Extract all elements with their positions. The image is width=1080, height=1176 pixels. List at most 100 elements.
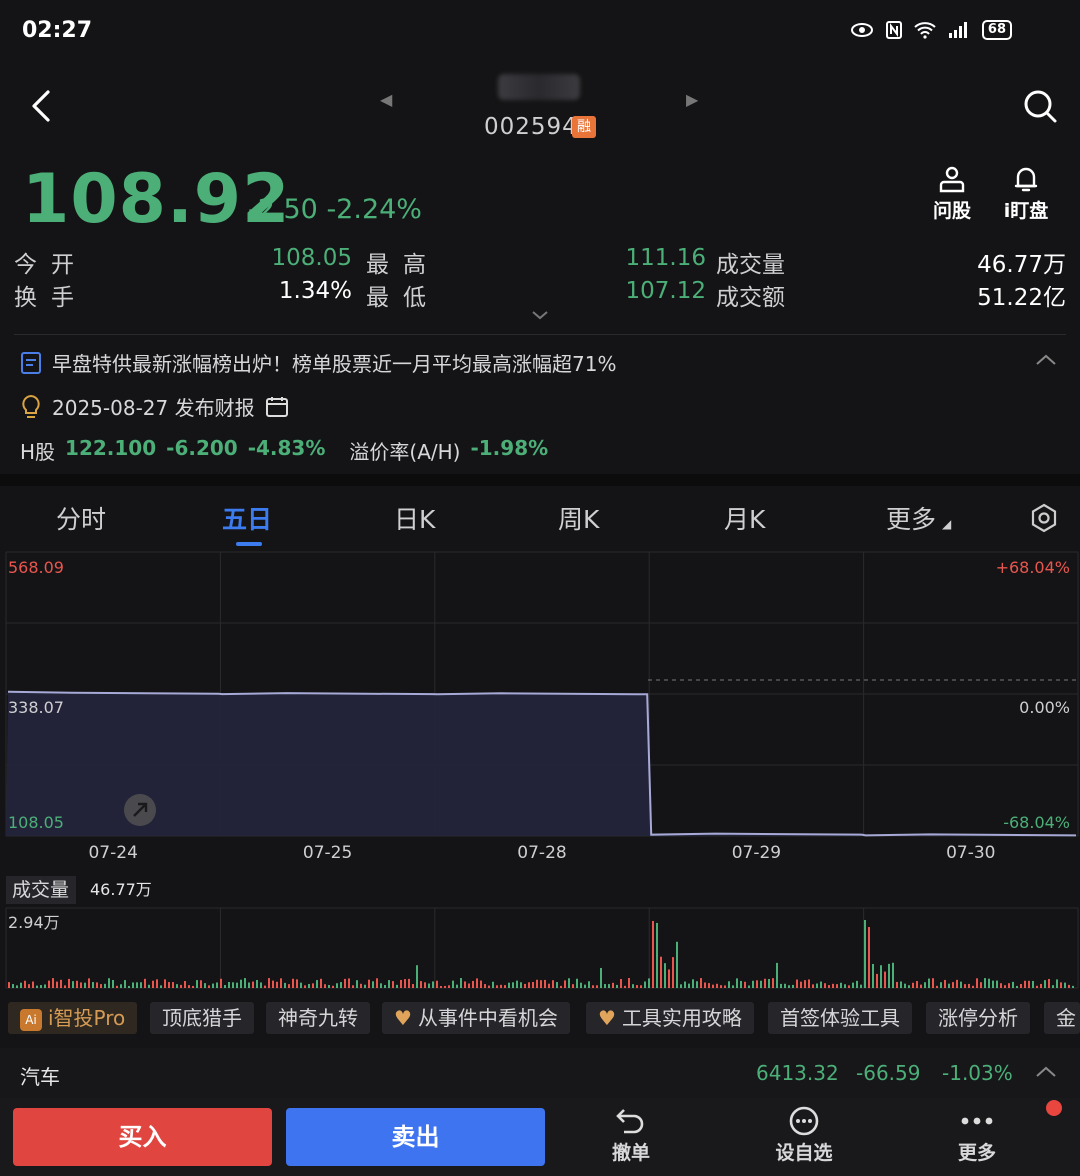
volume-bar: [476, 978, 478, 988]
back-icon[interactable]: [26, 86, 62, 126]
tab-weekly-k[interactable]: 周K: [558, 500, 599, 536]
volume-bar: [244, 978, 246, 988]
high-label: 最高: [366, 252, 440, 278]
calendar-icon[interactable]: [265, 395, 289, 419]
tab-intraday[interactable]: 分时: [56, 500, 106, 536]
tab-more[interactable]: 更多 ◢: [886, 500, 951, 536]
volume-bar: [312, 983, 314, 988]
expand-chart-icon[interactable]: [124, 794, 156, 826]
volume-bar: [996, 980, 998, 988]
section-separator: [0, 474, 1080, 486]
volume-bar: [416, 965, 418, 988]
volume-bar: [144, 978, 146, 988]
volume-bar: [644, 981, 646, 988]
person-icon: [939, 166, 965, 193]
volume-bar: [904, 983, 906, 988]
volume-bar: [752, 980, 754, 988]
status-time: 02:27: [22, 18, 93, 43]
volume-bar: [96, 982, 98, 988]
chip-gold[interactable]: 金: [1044, 1002, 1080, 1034]
volume-bar: [40, 985, 42, 988]
volume-bar: [212, 983, 214, 988]
volume-bar: [204, 983, 206, 988]
volume-bar: [308, 983, 310, 988]
high-value: 111.16: [625, 245, 706, 271]
volume-bar: [140, 982, 142, 988]
ask-stock-label: 问股: [932, 200, 971, 222]
add-watchlist-button[interactable]: 设自选: [759, 1106, 849, 1165]
volume-bar: [524, 983, 526, 988]
volume-bar: [908, 985, 910, 988]
volume-bar: [812, 984, 814, 988]
volume-bar: [492, 981, 494, 988]
volume-bar: [472, 980, 474, 988]
cancel-order-button[interactable]: 撤单: [586, 1106, 676, 1165]
volume-bar: [64, 985, 66, 988]
volume-bar: [120, 984, 122, 988]
volume-bar: [616, 984, 618, 988]
sector-pct: -1.03%: [942, 1061, 1013, 1085]
volume-bar: [192, 985, 194, 988]
volume-bar: [664, 963, 666, 988]
volume-bar: [784, 983, 786, 988]
prev-stock-icon[interactable]: ◀: [380, 90, 392, 109]
volume-label: 成交量: [716, 252, 785, 278]
amount-label: 成交额: [716, 285, 785, 311]
chip-event-opportunity[interactable]: ♥ 从事件中看机会: [382, 1002, 570, 1034]
volume-max: 2.94万: [8, 913, 60, 932]
date-axis: 07-24 07-25 07-28 07-29 07-30: [88, 843, 995, 863]
volume-bar: [112, 980, 114, 988]
ai-icon: Ai: [20, 1009, 42, 1031]
chip-izhitou[interactable]: Ai i智投Pro: [8, 1002, 138, 1034]
volume-bar: [652, 920, 654, 988]
volume-bar: [252, 981, 254, 988]
chip-magic-nine[interactable]: 神奇九转: [266, 1002, 370, 1034]
five-day-chart[interactable]: 568.09 338.07 108.05 +68.04% 0.00% -68.0…: [0, 548, 1080, 998]
watch-button[interactable]: i盯盘: [996, 164, 1056, 223]
hshare-row[interactable]: H股 122.100 -6.200 -4.83% 溢价率(A/H) -1.98%: [20, 436, 548, 465]
ask-stock-button[interactable]: 问股: [922, 164, 982, 223]
sector-collapse-icon[interactable]: [1034, 1064, 1058, 1080]
volume-bar: [716, 983, 718, 988]
sell-button[interactable]: 卖出: [286, 1108, 545, 1166]
report-row[interactable]: 2025-08-27 发布财报: [20, 392, 289, 421]
volume-bar: [836, 984, 838, 988]
news-headline-row[interactable]: 早盘特供最新涨幅榜出炉！榜单股票近一月平均最高涨幅超71%: [20, 348, 616, 377]
buy-button[interactable]: 买入: [13, 1108, 272, 1166]
date-label: 07-24: [88, 843, 137, 863]
volume-bar: [748, 985, 750, 988]
volume-bar: [116, 985, 118, 988]
volume-bar: [892, 962, 894, 988]
expand-chevron-icon[interactable]: [530, 308, 550, 322]
next-stock-icon[interactable]: ▶: [686, 90, 698, 109]
volume-bar: [520, 982, 522, 988]
volume-bar: [344, 978, 346, 988]
low-value: 107.12: [625, 278, 706, 304]
volume-bar: [76, 980, 78, 988]
settings-hexagon-icon[interactable]: [1028, 502, 1060, 534]
open-value: 108.05: [271, 245, 352, 271]
volume-bar: [580, 982, 582, 988]
volume-bar: [552, 980, 554, 988]
chip-limit-up[interactable]: 涨停分析: [926, 1002, 1030, 1034]
volume-bars: [8, 919, 1074, 988]
chip-tools-guide[interactable]: ♥ 工具实用攻略: [586, 1002, 754, 1034]
volume-bar: [372, 981, 374, 988]
volume-bar: [1024, 980, 1026, 988]
chip-bottom-hunter[interactable]: 顶底猎手: [150, 1002, 254, 1034]
volume-bar: [1068, 984, 1070, 988]
collapse-chevron-icon[interactable]: [1034, 352, 1058, 368]
sector-row[interactable]: 汽车 6413.32 -66.59 -1.03%: [0, 1048, 1080, 1098]
volume-tag: 成交量: [12, 879, 69, 901]
more-button[interactable]: 更多: [932, 1106, 1022, 1165]
volume-bar: [628, 978, 630, 988]
tab-daily-k[interactable]: 日K: [394, 500, 435, 536]
volume-bar: [976, 978, 978, 988]
wifi-icon: [914, 22, 936, 39]
volume-bar: [88, 978, 90, 988]
chip-first-sign[interactable]: 首签体验工具: [768, 1002, 912, 1034]
tab-five-day[interactable]: 五日: [222, 500, 272, 536]
volume-bar: [288, 984, 290, 988]
search-icon[interactable]: [1020, 86, 1060, 126]
tab-monthly-k[interactable]: 月K: [724, 500, 765, 536]
